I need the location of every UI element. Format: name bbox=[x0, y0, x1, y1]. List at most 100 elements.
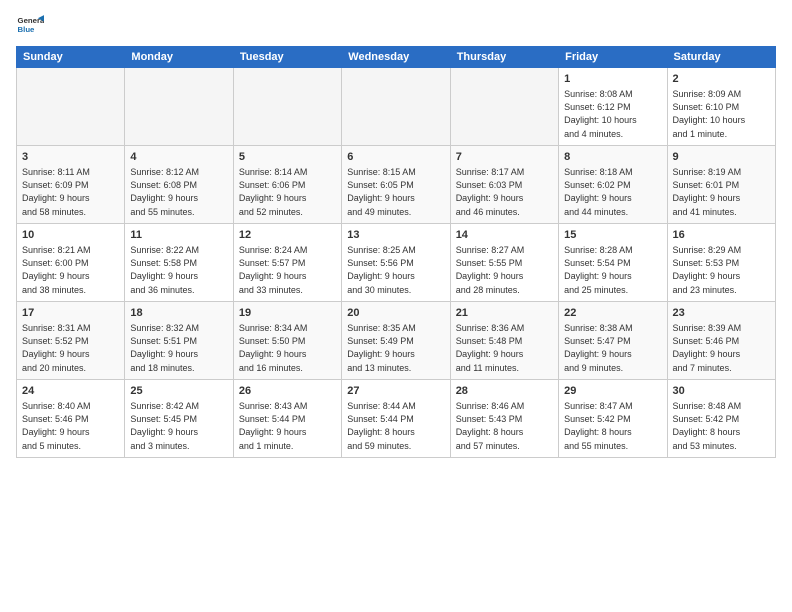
day-number: 28 bbox=[456, 384, 553, 399]
day-info: Sunrise: 8:39 AM Sunset: 5:46 PM Dayligh… bbox=[673, 322, 770, 374]
day-info: Sunrise: 8:27 AM Sunset: 5:55 PM Dayligh… bbox=[456, 244, 553, 296]
day-number: 24 bbox=[22, 384, 119, 399]
calendar-cell bbox=[233, 68, 341, 146]
day-number: 21 bbox=[456, 306, 553, 321]
calendar-cell: 14Sunrise: 8:27 AM Sunset: 5:55 PM Dayli… bbox=[450, 224, 558, 302]
calendar-cell: 23Sunrise: 8:39 AM Sunset: 5:46 PM Dayli… bbox=[667, 302, 775, 380]
weekday-header-tuesday: Tuesday bbox=[233, 47, 341, 68]
week-row-5: 24Sunrise: 8:40 AM Sunset: 5:46 PM Dayli… bbox=[17, 380, 776, 458]
day-number: 15 bbox=[564, 228, 661, 243]
day-number: 26 bbox=[239, 384, 336, 399]
calendar-cell bbox=[125, 68, 233, 146]
day-info: Sunrise: 8:48 AM Sunset: 5:42 PM Dayligh… bbox=[673, 400, 770, 452]
calendar-cell: 28Sunrise: 8:46 AM Sunset: 5:43 PM Dayli… bbox=[450, 380, 558, 458]
calendar-cell bbox=[450, 68, 558, 146]
day-number: 19 bbox=[239, 306, 336, 321]
day-info: Sunrise: 8:28 AM Sunset: 5:54 PM Dayligh… bbox=[564, 244, 661, 296]
calendar-cell: 1Sunrise: 8:08 AM Sunset: 6:12 PM Daylig… bbox=[559, 68, 667, 146]
day-info: Sunrise: 8:29 AM Sunset: 5:53 PM Dayligh… bbox=[673, 244, 770, 296]
calendar-table: SundayMondayTuesdayWednesdayThursdayFrid… bbox=[16, 46, 776, 458]
calendar-cell: 19Sunrise: 8:34 AM Sunset: 5:50 PM Dayli… bbox=[233, 302, 341, 380]
calendar-cell: 5Sunrise: 8:14 AM Sunset: 6:06 PM Daylig… bbox=[233, 146, 341, 224]
day-number: 3 bbox=[22, 150, 119, 165]
day-info: Sunrise: 8:36 AM Sunset: 5:48 PM Dayligh… bbox=[456, 322, 553, 374]
week-row-4: 17Sunrise: 8:31 AM Sunset: 5:52 PM Dayli… bbox=[17, 302, 776, 380]
day-number: 25 bbox=[130, 384, 227, 399]
day-info: Sunrise: 8:18 AM Sunset: 6:02 PM Dayligh… bbox=[564, 166, 661, 218]
calendar-cell: 11Sunrise: 8:22 AM Sunset: 5:58 PM Dayli… bbox=[125, 224, 233, 302]
week-row-1: 1Sunrise: 8:08 AM Sunset: 6:12 PM Daylig… bbox=[17, 68, 776, 146]
calendar-cell: 2Sunrise: 8:09 AM Sunset: 6:10 PM Daylig… bbox=[667, 68, 775, 146]
day-number: 27 bbox=[347, 384, 444, 399]
day-info: Sunrise: 8:38 AM Sunset: 5:47 PM Dayligh… bbox=[564, 322, 661, 374]
calendar-cell: 10Sunrise: 8:21 AM Sunset: 6:00 PM Dayli… bbox=[17, 224, 125, 302]
week-row-3: 10Sunrise: 8:21 AM Sunset: 6:00 PM Dayli… bbox=[17, 224, 776, 302]
day-number: 13 bbox=[347, 228, 444, 243]
calendar-cell: 8Sunrise: 8:18 AM Sunset: 6:02 PM Daylig… bbox=[559, 146, 667, 224]
day-number: 11 bbox=[130, 228, 227, 243]
calendar-cell: 3Sunrise: 8:11 AM Sunset: 6:09 PM Daylig… bbox=[17, 146, 125, 224]
day-number: 17 bbox=[22, 306, 119, 321]
day-info: Sunrise: 8:46 AM Sunset: 5:43 PM Dayligh… bbox=[456, 400, 553, 452]
calendar-cell: 9Sunrise: 8:19 AM Sunset: 6:01 PM Daylig… bbox=[667, 146, 775, 224]
calendar-cell: 6Sunrise: 8:15 AM Sunset: 6:05 PM Daylig… bbox=[342, 146, 450, 224]
day-number: 29 bbox=[564, 384, 661, 399]
day-info: Sunrise: 8:32 AM Sunset: 5:51 PM Dayligh… bbox=[130, 322, 227, 374]
day-info: Sunrise: 8:09 AM Sunset: 6:10 PM Dayligh… bbox=[673, 88, 770, 140]
day-info: Sunrise: 8:14 AM Sunset: 6:06 PM Dayligh… bbox=[239, 166, 336, 218]
calendar-cell: 7Sunrise: 8:17 AM Sunset: 6:03 PM Daylig… bbox=[450, 146, 558, 224]
day-info: Sunrise: 8:40 AM Sunset: 5:46 PM Dayligh… bbox=[22, 400, 119, 452]
calendar-cell: 12Sunrise: 8:24 AM Sunset: 5:57 PM Dayli… bbox=[233, 224, 341, 302]
day-info: Sunrise: 8:44 AM Sunset: 5:44 PM Dayligh… bbox=[347, 400, 444, 452]
day-info: Sunrise: 8:15 AM Sunset: 6:05 PM Dayligh… bbox=[347, 166, 444, 218]
calendar-cell bbox=[17, 68, 125, 146]
day-number: 22 bbox=[564, 306, 661, 321]
day-number: 14 bbox=[456, 228, 553, 243]
day-number: 4 bbox=[130, 150, 227, 165]
day-info: Sunrise: 8:47 AM Sunset: 5:42 PM Dayligh… bbox=[564, 400, 661, 452]
day-number: 18 bbox=[130, 306, 227, 321]
day-number: 6 bbox=[347, 150, 444, 165]
logo: General Blue bbox=[16, 12, 48, 40]
weekday-header-wednesday: Wednesday bbox=[342, 47, 450, 68]
day-info: Sunrise: 8:21 AM Sunset: 6:00 PM Dayligh… bbox=[22, 244, 119, 296]
weekday-header-saturday: Saturday bbox=[667, 47, 775, 68]
day-number: 9 bbox=[673, 150, 770, 165]
day-number: 16 bbox=[673, 228, 770, 243]
calendar-cell: 20Sunrise: 8:35 AM Sunset: 5:49 PM Dayli… bbox=[342, 302, 450, 380]
day-info: Sunrise: 8:42 AM Sunset: 5:45 PM Dayligh… bbox=[130, 400, 227, 452]
calendar-cell: 18Sunrise: 8:32 AM Sunset: 5:51 PM Dayli… bbox=[125, 302, 233, 380]
calendar-cell: 27Sunrise: 8:44 AM Sunset: 5:44 PM Dayli… bbox=[342, 380, 450, 458]
day-number: 30 bbox=[673, 384, 770, 399]
day-info: Sunrise: 8:35 AM Sunset: 5:49 PM Dayligh… bbox=[347, 322, 444, 374]
weekday-header-row: SundayMondayTuesdayWednesdayThursdayFrid… bbox=[17, 47, 776, 68]
calendar-cell: 13Sunrise: 8:25 AM Sunset: 5:56 PM Dayli… bbox=[342, 224, 450, 302]
calendar-cell: 17Sunrise: 8:31 AM Sunset: 5:52 PM Dayli… bbox=[17, 302, 125, 380]
calendar-cell: 25Sunrise: 8:42 AM Sunset: 5:45 PM Dayli… bbox=[125, 380, 233, 458]
header: General Blue bbox=[16, 12, 776, 40]
weekday-header-sunday: Sunday bbox=[17, 47, 125, 68]
week-row-2: 3Sunrise: 8:11 AM Sunset: 6:09 PM Daylig… bbox=[17, 146, 776, 224]
day-number: 8 bbox=[564, 150, 661, 165]
logo-icon: General Blue bbox=[16, 12, 44, 40]
calendar-cell: 16Sunrise: 8:29 AM Sunset: 5:53 PM Dayli… bbox=[667, 224, 775, 302]
weekday-header-thursday: Thursday bbox=[450, 47, 558, 68]
weekday-header-monday: Monday bbox=[125, 47, 233, 68]
day-info: Sunrise: 8:11 AM Sunset: 6:09 PM Dayligh… bbox=[22, 166, 119, 218]
day-info: Sunrise: 8:25 AM Sunset: 5:56 PM Dayligh… bbox=[347, 244, 444, 296]
day-info: Sunrise: 8:34 AM Sunset: 5:50 PM Dayligh… bbox=[239, 322, 336, 374]
day-number: 20 bbox=[347, 306, 444, 321]
day-number: 12 bbox=[239, 228, 336, 243]
calendar-cell: 15Sunrise: 8:28 AM Sunset: 5:54 PM Dayli… bbox=[559, 224, 667, 302]
calendar-cell: 26Sunrise: 8:43 AM Sunset: 5:44 PM Dayli… bbox=[233, 380, 341, 458]
day-info: Sunrise: 8:31 AM Sunset: 5:52 PM Dayligh… bbox=[22, 322, 119, 374]
day-info: Sunrise: 8:17 AM Sunset: 6:03 PM Dayligh… bbox=[456, 166, 553, 218]
day-number: 7 bbox=[456, 150, 553, 165]
day-info: Sunrise: 8:08 AM Sunset: 6:12 PM Dayligh… bbox=[564, 88, 661, 140]
day-number: 10 bbox=[22, 228, 119, 243]
page-container: General Blue SundayMondayTuesdayWednesda… bbox=[0, 0, 792, 466]
svg-text:Blue: Blue bbox=[18, 25, 36, 34]
day-number: 2 bbox=[673, 72, 770, 87]
day-info: Sunrise: 8:22 AM Sunset: 5:58 PM Dayligh… bbox=[130, 244, 227, 296]
calendar-cell bbox=[342, 68, 450, 146]
